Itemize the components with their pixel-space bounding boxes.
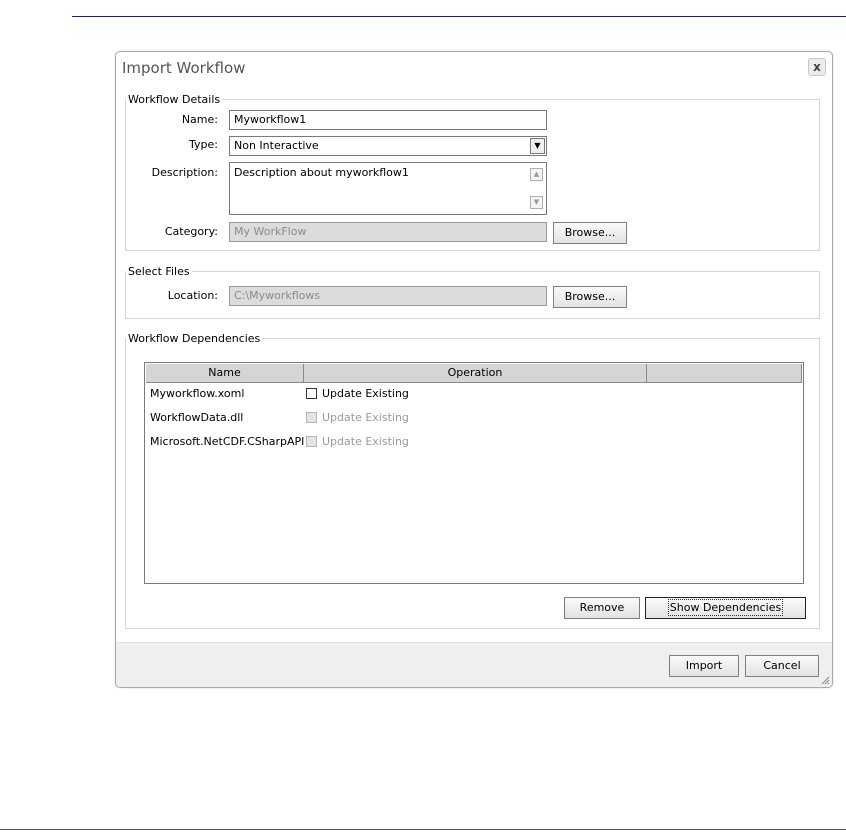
cancel-button[interactable]: Cancel bbox=[745, 655, 819, 677]
import-label: Import bbox=[685, 659, 723, 672]
dependency-name: Microsoft.NetCDF.CSharpAPI bbox=[150, 435, 305, 448]
update-existing-checkbox bbox=[306, 436, 317, 447]
show-dependencies-label: Show Dependencies bbox=[667, 599, 784, 616]
category-label: Category: bbox=[164, 225, 218, 238]
description-value: Description about myworkflow1 bbox=[234, 166, 409, 179]
close-button[interactable]: x bbox=[808, 58, 826, 76]
remove-label: Remove bbox=[579, 601, 625, 614]
import-button[interactable]: Import bbox=[669, 655, 739, 677]
update-existing-label: Update Existing bbox=[322, 435, 409, 448]
category-field: My WorkFlow bbox=[229, 222, 547, 242]
select-files-legend: Select Files bbox=[128, 265, 190, 278]
dependency-name: WorkflowData.dll bbox=[150, 411, 244, 424]
update-existing-label[interactable]: Update Existing bbox=[322, 387, 409, 400]
column-header-name[interactable]: Name bbox=[146, 364, 304, 382]
workflow-dependencies-legend: Workflow Dependencies bbox=[128, 332, 261, 345]
workflow-details-legend: Workflow Details bbox=[128, 93, 221, 106]
chevron-down-icon[interactable]: ▼ bbox=[530, 138, 545, 154]
dialog-footer: Import Cancel bbox=[116, 642, 832, 687]
type-select-value: Non Interactive bbox=[234, 139, 319, 152]
page-top-rule bbox=[72, 16, 846, 17]
type-label: Type: bbox=[189, 138, 218, 151]
update-existing-checkbox[interactable] bbox=[306, 388, 317, 399]
scroll-down-icon[interactable]: ▼ bbox=[530, 196, 543, 209]
type-select[interactable]: Non Interactive ▼ bbox=[229, 136, 547, 156]
column-header-operation[interactable]: Operation bbox=[304, 364, 647, 382]
page-bottom-rule bbox=[0, 829, 846, 830]
category-browse-button[interactable]: Browse... bbox=[553, 222, 627, 244]
name-label: Name: bbox=[181, 113, 218, 126]
table-row: WorkflowData.dll Update Existing bbox=[146, 408, 786, 428]
location-field: C:\Myworkflows bbox=[229, 286, 547, 306]
location-browse-button[interactable]: Browse... bbox=[553, 286, 627, 308]
import-workflow-dialog: Import Workflow x Workflow Details Name:… bbox=[115, 51, 833, 688]
location-browse-label: Browse... bbox=[564, 290, 616, 303]
dependencies-table[interactable]: Name Operation Myworkflow.xoml Update Ex… bbox=[144, 362, 804, 584]
close-icon: x bbox=[813, 60, 821, 74]
table-header: Name Operation bbox=[146, 364, 802, 383]
dependency-name: Myworkflow.xoml bbox=[150, 387, 245, 400]
description-textarea[interactable]: Description about myworkflow1 ▲ ▼ bbox=[229, 162, 547, 215]
column-header-extra[interactable] bbox=[647, 364, 802, 382]
update-existing-label: Update Existing bbox=[322, 411, 409, 424]
update-existing-checkbox bbox=[306, 412, 317, 423]
show-dependencies-button[interactable]: Show Dependencies bbox=[645, 597, 806, 619]
location-label: Location: bbox=[167, 289, 218, 302]
scroll-up-icon[interactable]: ▲ bbox=[530, 168, 543, 181]
remove-button[interactable]: Remove bbox=[564, 597, 640, 619]
resize-grip-icon[interactable] bbox=[820, 675, 830, 685]
table-row: Myworkflow.xoml Update Existing bbox=[146, 384, 786, 404]
cancel-label: Cancel bbox=[763, 659, 801, 672]
table-row: Microsoft.NetCDF.CSharpAPI Update Existi… bbox=[146, 432, 786, 452]
category-browse-label: Browse... bbox=[564, 226, 616, 239]
name-field[interactable]: Myworkflow1 bbox=[229, 110, 547, 130]
dialog-title: Import Workflow bbox=[122, 59, 246, 77]
description-label: Description: bbox=[151, 166, 218, 179]
